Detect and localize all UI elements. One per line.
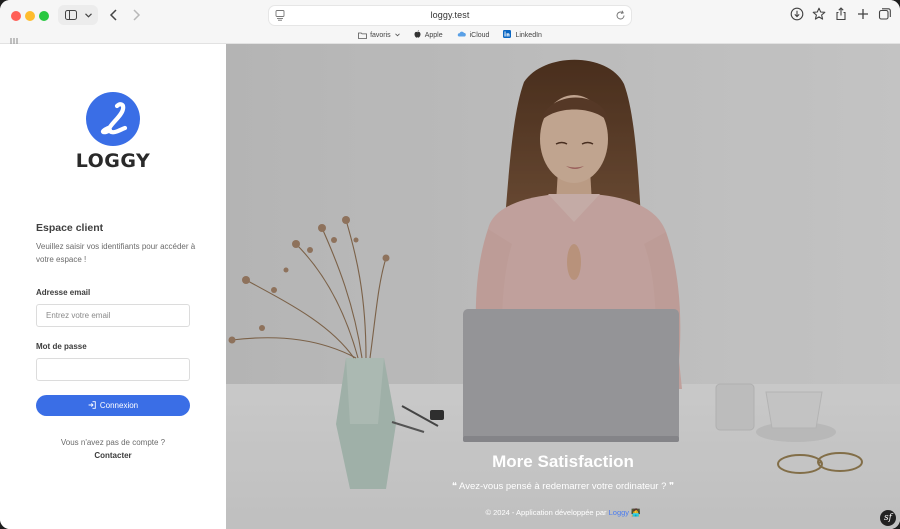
page-content: LOGGY Espace client Veuillez saisir vos …: [0, 44, 900, 529]
folder-icon: [358, 32, 367, 39]
loggy-logo-icon: [86, 92, 140, 146]
hero-quote-text: Avez-vous pensé à redemarrer votre ordin…: [459, 481, 667, 492]
login-subtitle: Veuillez saisir vos identifiants pour ac…: [36, 242, 196, 264]
bookmark-icloud[interactable]: iCloud: [457, 31, 490, 39]
apple-icon: [414, 30, 421, 40]
no-account-text: Vous n'avez pas de compte ?: [60, 438, 166, 447]
hero-section: More Satisfaction ❝ Avez-vous pensé à re…: [226, 44, 900, 529]
tabs-overview-icon[interactable]: [878, 7, 892, 21]
star-icon[interactable]: [812, 7, 826, 21]
email-label: Adresse email: [36, 288, 91, 297]
reload-icon[interactable]: [615, 10, 626, 21]
address-bar[interactable]: loggy.test: [268, 5, 632, 26]
login-button-label: Connexion: [99, 401, 139, 410]
contact-link[interactable]: Contacter: [0, 451, 226, 460]
chevron-down-icon: [394, 32, 400, 39]
login-panel: LOGGY Espace client Veuillez saisir vos …: [0, 44, 226, 529]
fullscreen-window-button[interactable]: [39, 11, 49, 21]
cloud-icon: [457, 31, 466, 39]
sign-in-icon: [88, 400, 96, 411]
forward-button[interactable]: [128, 7, 144, 23]
password-field[interactable]: [36, 358, 190, 381]
sidebar-icon: [64, 10, 77, 20]
developer-emoji-icon: 🧑‍💻: [631, 508, 641, 517]
brand-wordmark: LOGGY: [75, 150, 151, 172]
toolbar-actions: [790, 7, 892, 21]
browser-window: loggy.test favoris Apple iCloud LinkedIn…: [0, 0, 900, 529]
url-text: loggy.test: [430, 10, 470, 20]
download-icon[interactable]: [790, 7, 804, 21]
bookmark-favoris[interactable]: favoris: [358, 32, 400, 39]
email-field[interactable]: [36, 304, 190, 327]
hero-footer: © 2024 - Application développée par Logg…: [226, 508, 900, 517]
new-tab-icon[interactable]: [856, 7, 870, 21]
close-window-button[interactable]: [11, 11, 21, 21]
minimize-window-button[interactable]: [25, 11, 35, 21]
bookmark-label: favoris: [370, 31, 391, 39]
browser-toolbar: loggy.test favoris Apple iCloud LinkedIn: [0, 0, 900, 44]
hero-quote: ❝ Avez-vous pensé à redemarrer votre ord…: [226, 481, 900, 492]
symfony-toolbar-icon[interactable]: sf: [880, 510, 896, 526]
sidebar-toggle-button[interactable]: [58, 5, 98, 25]
bookmark-label: iCloud: [469, 31, 490, 39]
bookmark-linkedin[interactable]: LinkedIn: [503, 30, 542, 40]
chevron-down-icon: [84, 12, 92, 18]
login-button[interactable]: Connexion: [36, 395, 190, 416]
quote-close-icon: ❞: [666, 481, 675, 492]
back-button[interactable]: [106, 7, 122, 23]
quote-open-icon: ❝: [451, 481, 460, 492]
hero-title: More Satisfaction: [492, 452, 634, 471]
bookmark-apple[interactable]: Apple: [414, 30, 443, 40]
linkedin-icon: [503, 30, 512, 40]
footer-copyright: © 2024 - Application développée par: [485, 508, 607, 517]
bookmark-label: LinkedIn: [515, 31, 542, 39]
footer-brand-link[interactable]: Loggy: [609, 508, 629, 517]
password-label: Mot de passe: [36, 342, 87, 351]
login-title: Espace client: [36, 222, 104, 234]
share-icon[interactable]: [834, 7, 848, 21]
bookmarks-bar: favoris Apple iCloud LinkedIn: [0, 28, 900, 42]
bookmark-label: Apple: [424, 31, 443, 39]
